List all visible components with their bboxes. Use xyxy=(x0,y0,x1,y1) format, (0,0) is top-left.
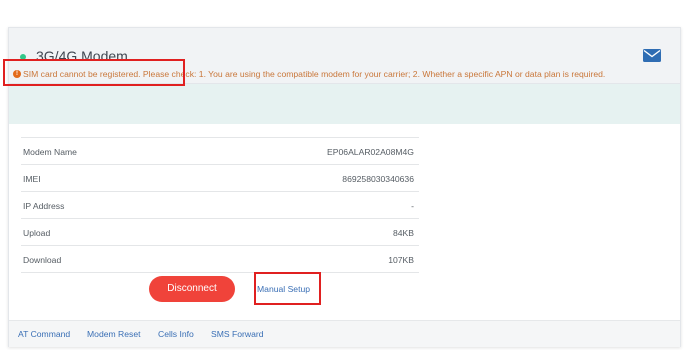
table-row: Download 107KB xyxy=(21,246,419,273)
row-label: Modem Name xyxy=(23,147,77,157)
alert-banner xyxy=(9,84,680,124)
row-value: 107KB xyxy=(388,255,414,265)
row-label: Upload xyxy=(23,228,51,238)
at-command-link[interactable]: AT Command xyxy=(18,329,70,339)
status-dot-icon xyxy=(20,54,26,60)
disconnect-button[interactable]: Disconnect xyxy=(149,276,235,302)
table-row: Upload 84KB xyxy=(21,219,419,246)
row-value: EP06ALAR02A08M4G xyxy=(327,147,414,157)
row-label: Download xyxy=(23,255,62,265)
row-value: - xyxy=(411,201,414,211)
page-title: 3G/4G Modem xyxy=(36,48,128,64)
mail-icon[interactable] xyxy=(643,49,661,62)
cells-info-link[interactable]: Cells Info xyxy=(158,329,194,339)
row-label: IMEI xyxy=(23,174,41,184)
row-value: 869258030340636 xyxy=(342,174,414,184)
modem-info-table: Modem Name EP06ALAR02A08M4G IMEI 8692580… xyxy=(21,137,419,273)
table-row: IMEI 869258030340636 xyxy=(21,165,419,192)
manual-setup-link[interactable]: Manual Setup xyxy=(257,284,310,294)
alert-text: SIM card cannot be registered. Please ch… xyxy=(23,69,606,79)
warning-icon: ! xyxy=(13,70,21,78)
row-label: IP Address xyxy=(23,201,65,211)
table-row: IP Address - xyxy=(21,192,419,219)
row-value: 84KB xyxy=(392,228,414,238)
sms-forward-link[interactable]: SMS Forward xyxy=(211,329,264,339)
modem-reset-link[interactable]: Modem Reset xyxy=(87,329,141,339)
table-row: Modem Name EP06ALAR02A08M4G xyxy=(21,138,419,165)
